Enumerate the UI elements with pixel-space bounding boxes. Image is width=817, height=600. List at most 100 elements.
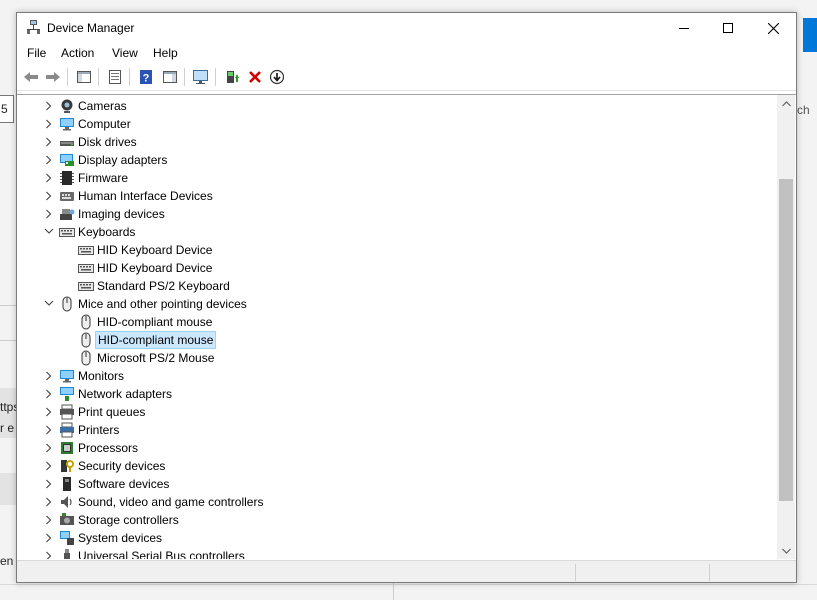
toolbar-separator <box>98 68 99 86</box>
forward-button[interactable] <box>43 67 63 87</box>
tree-device[interactable]: HID Keyboard Device <box>17 241 777 259</box>
chevron-right-icon <box>46 119 52 129</box>
expand-toggle[interactable] <box>43 385 55 403</box>
chevron-right-icon <box>46 515 52 525</box>
device-manager-icon <box>27 20 40 34</box>
camera-icon <box>59 98 75 114</box>
scroll-up-button[interactable] <box>777 95 795 112</box>
expand-toggle[interactable] <box>43 439 55 457</box>
tree-category[interactable]: Disk drives <box>17 133 777 151</box>
minimize-button[interactable] <box>661 13 707 43</box>
tree-category[interactable]: Security devices <box>17 457 777 475</box>
disable-device-button[interactable] <box>267 67 287 87</box>
background-text-fragment: en <box>0 554 14 568</box>
expand-toggle[interactable] <box>43 457 55 475</box>
tree-item-label: Universal Serial Bus controllers <box>78 549 245 559</box>
tree-category[interactable]: Printers <box>17 421 777 439</box>
keyboard-icon <box>59 224 75 240</box>
expand-toggle[interactable] <box>43 421 55 439</box>
tree-category[interactable]: Display adapters <box>17 151 777 169</box>
tree-device[interactable]: Standard PS/2 Keyboard <box>17 277 777 295</box>
tree-item-label: Print queues <box>78 405 146 419</box>
firmware-icon <box>59 170 75 186</box>
chevron-right-icon <box>46 407 52 417</box>
tree-category[interactable]: Mice and other pointing devices <box>17 295 777 313</box>
chevron-right-icon <box>46 155 52 165</box>
menu-action[interactable]: Action <box>61 46 94 60</box>
tree-category[interactable]: Universal Serial Bus controllers <box>17 547 777 559</box>
menu-file[interactable]: File <box>27 46 46 60</box>
tree-category[interactable]: Processors <box>17 439 777 457</box>
tree-category[interactable]: Computer <box>17 115 777 133</box>
tree-device[interactable]: HID Keyboard Device <box>17 259 777 277</box>
maximize-button[interactable] <box>705 13 751 43</box>
expand-toggle[interactable] <box>43 223 55 241</box>
tree-item-label: Printers <box>78 423 120 437</box>
show-hide-console-tree-button[interactable] <box>74 67 94 87</box>
tree-item-label: Software devices <box>78 477 170 491</box>
tree-category[interactable]: Firmware <box>17 169 777 187</box>
chevron-right-icon <box>46 173 52 183</box>
menu-view[interactable]: View <box>112 46 138 60</box>
expand-toggle[interactable] <box>43 115 55 133</box>
update-driver-button[interactable] <box>222 67 242 87</box>
properties-button[interactable] <box>105 67 125 87</box>
vertical-scrollbar[interactable] <box>777 95 795 559</box>
tree-category[interactable]: Human Interface Devices <box>17 187 777 205</box>
tree-category[interactable]: Software devices <box>17 475 777 493</box>
expand-toggle[interactable] <box>43 529 55 547</box>
tree-category[interactable]: Storage controllers <box>17 511 777 529</box>
close-button[interactable] <box>750 13 796 43</box>
system-device-icon <box>59 530 75 546</box>
expand-toggle[interactable] <box>43 187 55 205</box>
expand-toggle[interactable] <box>43 367 55 385</box>
expand-toggle[interactable] <box>43 205 55 223</box>
scan-hardware-button[interactable] <box>191 67 211 87</box>
tree-device[interactable]: HID-compliant mouse <box>17 313 777 331</box>
device-tree: Cameras Computer Disk drives Display adapte… <box>17 97 777 559</box>
expand-toggle[interactable] <box>43 151 55 169</box>
toolbar-separator <box>215 68 216 86</box>
chevron-right-icon <box>46 101 52 111</box>
toolbar: ? <box>17 64 796 91</box>
expand-toggle[interactable] <box>43 403 55 421</box>
tree-device[interactable]: Microsoft PS/2 Mouse <box>17 349 777 367</box>
title-bar[interactable]: Device Manager <box>17 13 796 43</box>
expand-toggle[interactable] <box>43 547 55 559</box>
tree-category[interactable]: Keyboards <box>17 223 777 241</box>
scroll-down-button[interactable] <box>777 542 795 559</box>
printer-icon <box>59 422 75 438</box>
expand-toggle[interactable] <box>43 493 55 511</box>
help-button[interactable]: ? <box>136 67 156 87</box>
tree-category[interactable]: Print queues <box>17 403 777 421</box>
menu-help[interactable]: Help <box>153 46 178 60</box>
back-button[interactable] <box>21 67 41 87</box>
network-adapter-icon <box>59 386 75 402</box>
tree-category[interactable]: Network adapters <box>17 385 777 403</box>
tree-category[interactable]: System devices <box>17 529 777 547</box>
hid-icon <box>59 188 75 204</box>
tree-device[interactable]: HID-compliant mouse <box>17 331 777 349</box>
tree-category[interactable]: Imaging devices <box>17 205 777 223</box>
background-text-fragment: 5 <box>1 102 8 116</box>
window-title: Device Manager <box>47 21 135 35</box>
expand-toggle[interactable] <box>43 511 55 529</box>
scroll-thumb[interactable] <box>779 179 793 501</box>
expand-toggle[interactable] <box>43 169 55 187</box>
tree-category[interactable]: Sound, video and game controllers <box>17 493 777 511</box>
uninstall-device-button[interactable] <box>245 67 265 87</box>
tree-item-label: Computer <box>78 117 131 131</box>
expand-toggle[interactable] <box>43 97 55 115</box>
expand-toggle[interactable] <box>43 133 55 151</box>
expand-toggle[interactable] <box>43 475 55 493</box>
help-icon: ? <box>140 70 152 85</box>
tree-category[interactable]: Cameras <box>17 97 777 115</box>
tree-category[interactable]: Monitors <box>17 367 777 385</box>
tree-item-label: Cameras <box>78 99 127 113</box>
chevron-right-icon <box>46 461 52 471</box>
expand-toggle[interactable] <box>43 295 55 313</box>
display-adapter-icon <box>59 152 75 168</box>
background-panel <box>0 473 16 505</box>
tree-item-label: Monitors <box>78 369 125 383</box>
action-pane-button[interactable] <box>160 67 180 87</box>
